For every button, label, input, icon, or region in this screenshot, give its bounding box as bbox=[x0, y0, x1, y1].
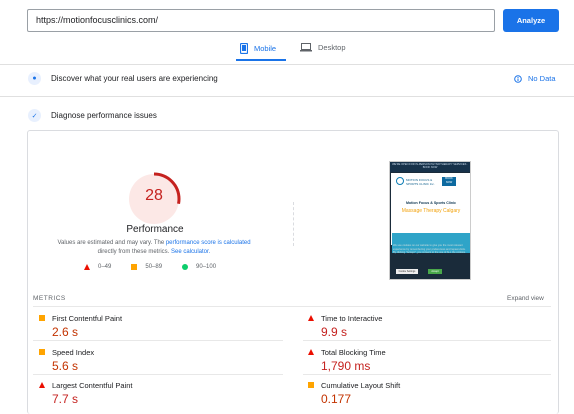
square-icon bbox=[39, 349, 45, 355]
no-data-label: No Data bbox=[528, 74, 556, 83]
no-data-indicator[interactable]: No Data bbox=[514, 74, 556, 83]
desc-middle: directly from these metrics. bbox=[97, 249, 170, 255]
legend-fail: 0–49 bbox=[84, 264, 111, 270]
metrics-header: METRICS bbox=[33, 295, 66, 302]
preview-cookie-text: We use cookies on our website to give yo… bbox=[393, 244, 466, 255]
divider bbox=[33, 306, 551, 307]
metric-value: 9.9 s bbox=[321, 325, 348, 339]
triangle-icon bbox=[308, 315, 314, 321]
legend-pass: 90–100 bbox=[182, 264, 216, 270]
device-tabs: Mobile Desktop bbox=[0, 41, 574, 63]
tab-desktop[interactable]: Desktop bbox=[300, 43, 346, 52]
lab-data-header: ✓ Diagnose performance issues bbox=[28, 109, 157, 122]
laptop-icon bbox=[300, 43, 312, 52]
users-icon: ● bbox=[28, 72, 41, 85]
lab-data-title: Diagnose performance issues bbox=[51, 111, 157, 120]
tab-desktop-label: Desktop bbox=[318, 43, 346, 52]
performance-card bbox=[27, 130, 559, 414]
legend-pass-range: 90–100 bbox=[196, 264, 217, 270]
triangle-icon bbox=[84, 264, 90, 270]
metric-label: First Contentful Paint bbox=[52, 314, 123, 323]
legend-fail-range: 0–49 bbox=[98, 264, 112, 270]
page-screenshot-preview: WE'RE OPEN FOR IN-PERSON PHYSIOTHERAPY S… bbox=[389, 161, 471, 280]
desc-prefix: Values are estimated and may vary. The bbox=[57, 240, 165, 246]
preview-header: MOTION FOCUS & SPORTS CLINIC Inc. BOOK N… bbox=[391, 173, 470, 253]
preview-subheading: Massage Therapy Calgary bbox=[401, 208, 461, 214]
clinic-logo-icon bbox=[396, 177, 404, 185]
square-icon bbox=[131, 264, 138, 270]
score-description: Values are estimated and may vary. The p… bbox=[40, 239, 268, 257]
field-data-header[interactable]: ● Discover what your real users are expe… bbox=[28, 72, 218, 85]
metric-label: Time to Interactive bbox=[321, 314, 383, 323]
analyze-button[interactable]: Analyze bbox=[503, 9, 559, 32]
info-icon bbox=[514, 74, 522, 83]
square-icon bbox=[308, 382, 314, 388]
circle-icon bbox=[182, 264, 189, 270]
divider bbox=[33, 340, 283, 341]
divider bbox=[303, 340, 551, 341]
metric-label: Cumulative Layout Shift bbox=[321, 381, 401, 390]
calculator-link[interactable]: See calculator. bbox=[171, 249, 210, 255]
active-tab-indicator bbox=[236, 59, 286, 61]
legend-average-range: 50–89 bbox=[145, 264, 163, 270]
preview-topbar: WE'RE OPEN FOR IN-PERSON PHYSIOTHERAPY S… bbox=[390, 162, 470, 172]
flask-icon: ✓ bbox=[28, 109, 41, 122]
tab-mobile[interactable]: Mobile bbox=[240, 43, 276, 54]
expand-view-toggle[interactable]: Expand view bbox=[507, 295, 544, 302]
preview-accept: Accept bbox=[428, 269, 442, 274]
triangle-icon bbox=[39, 382, 45, 388]
score-legend: 0–49 50–89 90–100 bbox=[84, 264, 216, 270]
preview-logo-text: MOTION FOCUS & SPORTS CLINIC Inc. bbox=[406, 178, 435, 186]
field-data-title: Discover what your real users are experi… bbox=[51, 74, 218, 83]
square-icon bbox=[39, 315, 45, 321]
performance-score: 28 bbox=[145, 187, 163, 204]
divider bbox=[33, 374, 283, 375]
preview-book-button: BOOK NOW bbox=[442, 177, 456, 186]
performance-label: Performance bbox=[126, 224, 184, 235]
preview-heading: Motion Focus & Sports Clinic bbox=[405, 201, 457, 205]
phone-icon bbox=[240, 43, 248, 54]
separator bbox=[293, 202, 294, 246]
divider bbox=[303, 374, 551, 375]
metric-value: 2.6 s bbox=[52, 325, 79, 339]
metric-value: 5.6 s bbox=[52, 359, 79, 373]
triangle-icon bbox=[308, 349, 314, 355]
divider bbox=[0, 96, 574, 97]
divider bbox=[0, 64, 574, 65]
metric-value: 7.7 s bbox=[52, 392, 79, 406]
legend-average: 50–89 bbox=[131, 264, 162, 270]
metric-value: 1,790 ms bbox=[321, 359, 371, 373]
score-calc-link[interactable]: performance score is calculated bbox=[166, 240, 251, 246]
preview-cookie-settings: Cookie Settings bbox=[396, 269, 418, 274]
tab-mobile-label: Mobile bbox=[254, 44, 277, 53]
metric-label: Largest Contentful Paint bbox=[52, 381, 133, 390]
metric-label: Total Blocking Time bbox=[321, 348, 386, 357]
url-input[interactable]: https://motionfocusclinics.com/ bbox=[27, 9, 495, 32]
metric-label: Speed Index bbox=[52, 348, 95, 357]
metric-value: 0.177 bbox=[321, 392, 352, 406]
